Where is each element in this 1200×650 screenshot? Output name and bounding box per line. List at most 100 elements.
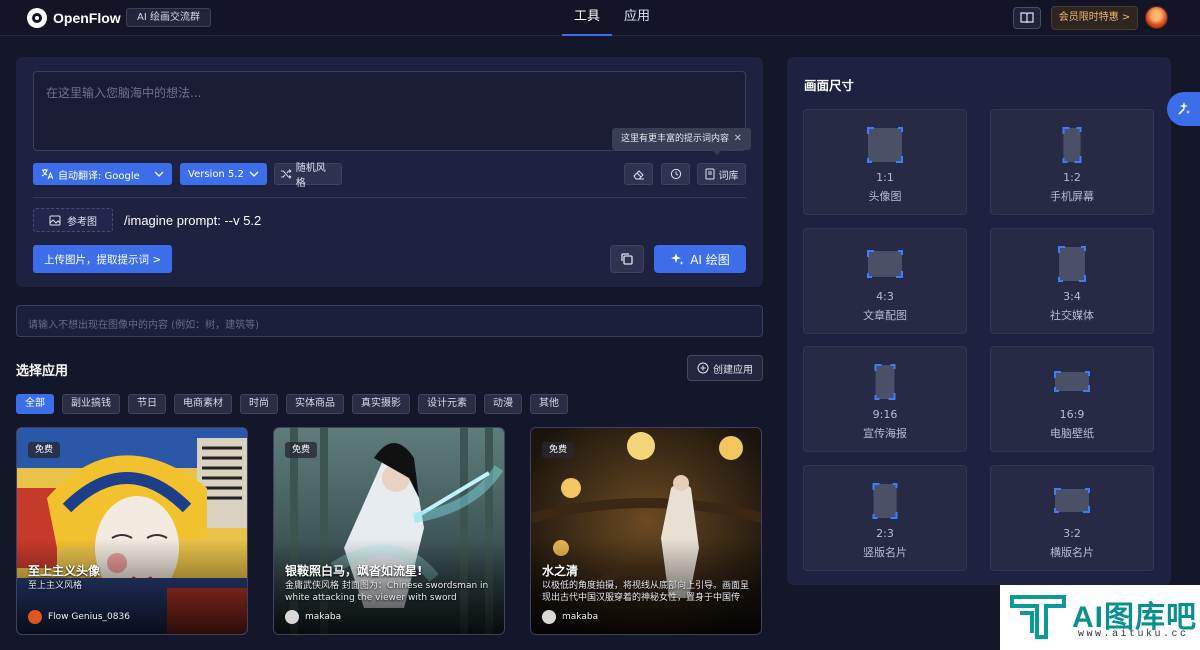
- negative-prompt-input[interactable]: 请输入不想出现在图像中的内容 (例如：树，建筑等): [16, 305, 763, 337]
- copy-button[interactable]: [610, 245, 644, 273]
- ai-draw-label: AI 绘图: [690, 252, 730, 267]
- category-tab-all[interactable]: 全部: [16, 394, 54, 414]
- size-option-3-2[interactable]: 3:2 横版名片: [990, 465, 1154, 571]
- ratio-label: 头像图: [868, 190, 902, 203]
- ratio-label: 手机屏幕: [1050, 190, 1094, 203]
- ratio-shape: [872, 483, 898, 519]
- reference-label: 参考图: [67, 216, 97, 228]
- ratio-shape: [867, 127, 903, 163]
- clear-button[interactable]: [624, 163, 653, 185]
- divider: [33, 197, 746, 198]
- magic-wand-icon: [1178, 102, 1190, 115]
- translate-label: 自动翻译: Google: [58, 170, 140, 182]
- size-panel-title: 画面尺寸: [804, 78, 855, 93]
- create-app-label: 创建应用: [713, 364, 753, 376]
- ratio-value: 4:3: [876, 290, 894, 303]
- ratio-shape: [1062, 127, 1082, 163]
- logo[interactable]: OpenFlow: [27, 8, 121, 28]
- close-icon[interactable]: ✕: [734, 128, 742, 150]
- book-icon: [1020, 12, 1034, 24]
- card-description: 至上主义风格: [28, 581, 83, 591]
- card-title: 至上主义头像: [28, 564, 101, 578]
- apps-section-title: 选择应用: [16, 364, 69, 379]
- category-tabs: 全部 副业搞钱 节日 电商素材 时尚 实体商品 真实摄影 设计元素 动漫 其他: [16, 394, 568, 414]
- card-author: makaba: [285, 610, 341, 624]
- watermark-url: www.aituku.cc: [1078, 629, 1189, 640]
- ratio-shape: [1058, 246, 1086, 282]
- auto-translate-select[interactable]: 自动翻译: Google: [33, 163, 172, 185]
- tip-text: 这里有更丰富的提示词内容: [621, 134, 730, 144]
- category-tab[interactable]: 动漫: [484, 394, 522, 414]
- size-option-9-16[interactable]: 9:16 宣传海报: [803, 346, 967, 452]
- category-tab[interactable]: 副业搞钱: [62, 394, 120, 414]
- create-app-button[interactable]: 创建应用: [687, 355, 763, 381]
- size-option-3-4[interactable]: 3:4 社交媒体: [990, 228, 1154, 334]
- history-icon: [670, 168, 681, 180]
- library-icon: [705, 168, 714, 180]
- author-avatar: [542, 610, 556, 624]
- app-card[interactable]: 免费 水之清 以极低的角度拍摄，将视线从底部向上引导。画面呈现出古代中国汉服穿着…: [530, 427, 762, 635]
- category-tab[interactable]: 电商素材: [174, 394, 232, 414]
- ratio-value: 2:3: [876, 527, 894, 540]
- random-style-button[interactable]: 随机风格: [274, 163, 342, 189]
- category-tab[interactable]: 真实摄影: [352, 394, 410, 414]
- category-tab[interactable]: 实体商品: [286, 394, 344, 414]
- chevron-down-icon: [154, 171, 164, 177]
- avatar[interactable]: [1145, 6, 1168, 29]
- top-bar: OpenFlow AI 绘画交流群 工具 应用 会员限时特惠 >: [0, 0, 1200, 36]
- size-option-16-9[interactable]: 16:9 电脑壁纸: [990, 346, 1154, 452]
- reference-image-button[interactable]: 参考图: [33, 208, 113, 232]
- main-nav: 工具 应用: [562, 0, 662, 36]
- free-badge: 免费: [542, 442, 575, 458]
- card-author: makaba: [542, 610, 598, 624]
- app-card[interactable]: 免费 至上主义头像 至上主义风格 Flow Genius_0836: [16, 427, 248, 635]
- ratio-label: 宣传海报: [863, 427, 907, 440]
- ai-draw-button[interactable]: AI 绘图: [654, 245, 746, 273]
- upload-image-button[interactable]: 上传图片，提取提示词 >: [33, 245, 173, 273]
- size-option-1-1[interactable]: 1:1 头像图: [803, 109, 967, 215]
- category-tab[interactable]: 其他: [530, 394, 568, 414]
- nav-tools[interactable]: 工具: [562, 0, 613, 36]
- image-icon: [49, 215, 61, 225]
- plus-circle-icon: [697, 362, 709, 374]
- version-select[interactable]: Version 5.2: [180, 163, 267, 185]
- version-label: Version 5.2: [188, 168, 244, 180]
- category-tab[interactable]: 时尚: [240, 394, 278, 414]
- prompt-tip-tooltip: 这里有更丰富的提示词内容 ✕: [612, 128, 751, 155]
- translate-icon: [41, 169, 53, 180]
- eraser-icon: [632, 169, 644, 179]
- card-title: 水之清: [542, 564, 579, 578]
- copy-icon: [621, 253, 633, 265]
- group-badge-button[interactable]: AI 绘画交流群: [126, 8, 211, 27]
- ratio-shape: [867, 250, 903, 278]
- ratio-label: 横版名片: [1050, 546, 1094, 559]
- app-card[interactable]: 免费 银鞍照白马，飒沓如流星! 金庸武侠风格 封面图为：Chinese swor…: [273, 427, 505, 635]
- random-style-label: 随机风格: [295, 163, 326, 189]
- author-avatar: [285, 610, 299, 624]
- book-button[interactable]: [1013, 7, 1041, 29]
- category-tab[interactable]: 节日: [128, 394, 166, 414]
- ratio-label: 社交媒体: [1050, 309, 1094, 322]
- category-tab[interactable]: 设计元素: [418, 394, 476, 414]
- history-button[interactable]: [661, 163, 690, 185]
- nav-apps[interactable]: 应用: [612, 0, 662, 36]
- author-name: Flow Genius_0836: [48, 612, 130, 622]
- ratio-shape: [874, 364, 896, 400]
- ratio-value: 9:16: [872, 408, 898, 421]
- size-option-2-3[interactable]: 2:3 竖版名片: [803, 465, 967, 571]
- ratio-label: 电脑壁纸: [1050, 427, 1094, 440]
- ratio-value: 1:2: [1063, 171, 1081, 184]
- library-button[interactable]: 词库: [697, 163, 746, 185]
- command-preview: /imagine prompt: --v 5.2: [124, 213, 262, 228]
- assistant-float-button[interactable]: [1167, 92, 1200, 126]
- ratio-shape: [1054, 371, 1090, 392]
- free-badge: 免费: [28, 442, 61, 458]
- vip-offer-button[interactable]: 会员限时特惠 >: [1051, 6, 1138, 30]
- ratio-label: 文章配图: [863, 309, 907, 322]
- ratio-value: 1:1: [876, 171, 894, 184]
- watermark: AI图库吧 www.aituku.cc: [1000, 585, 1200, 650]
- size-option-4-3[interactable]: 4:3 文章配图: [803, 228, 967, 334]
- chevron-down-icon: [249, 171, 259, 177]
- size-option-1-2[interactable]: 1:2 手机屏幕: [990, 109, 1154, 215]
- prompt-panel: 在这里输入您脑海中的想法... 这里有更丰富的提示词内容 ✕ 自动翻译: Goo…: [16, 57, 763, 287]
